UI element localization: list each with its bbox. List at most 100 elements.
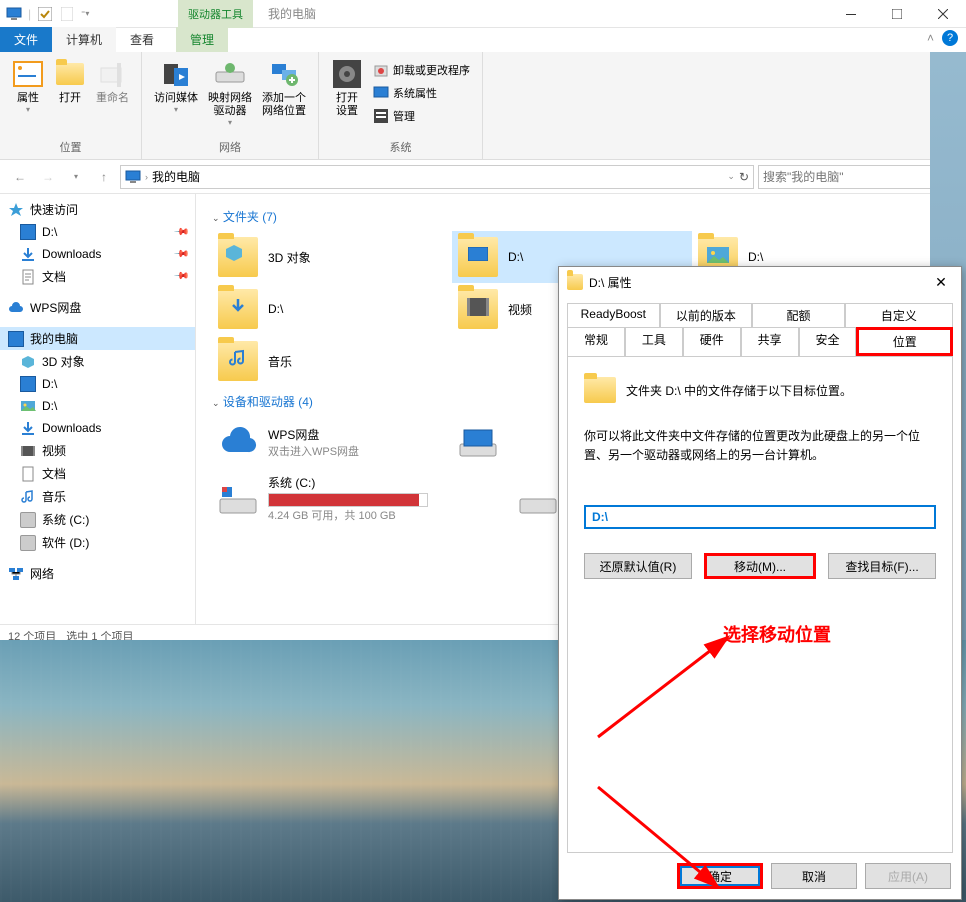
sidebar-item-docs2[interactable]: 文档	[0, 462, 195, 485]
sidebar-item-drive-c[interactable]: 系统 (C:)	[0, 508, 195, 531]
film-icon	[20, 443, 36, 459]
contextual-tools-label: 驱动器工具	[178, 0, 253, 28]
dialog-apply-button[interactable]: 应用(A)	[865, 863, 951, 889]
tab-manage[interactable]: 管理	[176, 27, 228, 52]
tab-computer[interactable]: 计算机	[52, 27, 116, 52]
ribbon-map-drive-label: 映射网络 驱动器	[208, 92, 252, 118]
sidebar-item-downloads[interactable]: Downloads 📌	[0, 243, 195, 265]
dialog-description: 你可以将此文件夹中文件存储的位置更改为此硬盘上的另一个位置、另一个驱动器或网络上…	[584, 427, 936, 465]
dialog-move-button[interactable]: 移动(M)...	[704, 553, 816, 579]
drive-sublabel: 4.24 GB 可用，共 100 GB	[268, 507, 428, 523]
sidebar-quick-access[interactable]: 快速访问	[0, 198, 195, 221]
tab-file[interactable]: 文件	[0, 27, 52, 52]
ribbon-group-network-label: 网络	[150, 137, 310, 155]
ribbon-uninstall[interactable]: 卸载或更改程序	[369, 60, 474, 80]
qat-dropdown-icon[interactable]: ⁼▾	[81, 9, 89, 18]
drive-item-wps[interactable]: WPS网盘 双击进入WPS网盘	[212, 416, 452, 468]
sidebar-item-label: 软件 (D:)	[42, 534, 89, 551]
dialog-tab-location[interactable]: 位置	[856, 327, 953, 356]
ribbon-properties[interactable]: 属性 ▾	[8, 56, 48, 116]
dialog-tab-sharing[interactable]: 共享	[741, 327, 799, 356]
drives-header-text: 设备和驱动器 (4)	[223, 395, 313, 409]
help-icon[interactable]: ?	[942, 30, 958, 46]
folder-label: 3D 对象	[268, 249, 311, 266]
sidebar-item-video[interactable]: 视频	[0, 439, 195, 462]
sidebar-network-label: 网络	[30, 565, 54, 582]
folder-item-music[interactable]: 音乐	[212, 335, 452, 387]
chevron-right-icon[interactable]: ›	[145, 172, 148, 182]
dialog-restore-button[interactable]: 还原默认值(R)	[584, 553, 692, 579]
ribbon-add-location[interactable]: 添加一个 网络位置	[258, 56, 310, 120]
sidebar-mypc[interactable]: 我的电脑	[0, 327, 195, 350]
star-icon	[8, 202, 24, 218]
ribbon: 属性 ▾ 打开 重命名 位置 访问媒体 ▾ 映射网络 驱动器	[0, 52, 966, 160]
dialog-tab-hardware[interactable]: 硬件	[683, 327, 741, 356]
minimize-button[interactable]	[828, 0, 874, 28]
sidebar-quick-access-label: 快速访问	[30, 201, 78, 218]
search-input[interactable]	[763, 170, 938, 184]
sidebar-network[interactable]: 网络	[0, 562, 195, 585]
folder-item-3d[interactable]: 3D 对象	[212, 231, 452, 283]
sidebar-item-downloads2[interactable]: Downloads	[0, 417, 195, 439]
sidebar-item-label: 3D 对象	[42, 353, 85, 370]
sidebar-item-music[interactable]: 音乐	[0, 485, 195, 508]
dialog-close-button[interactable]: ✕	[925, 271, 957, 293]
dialog-tab-readyboost[interactable]: ReadyBoost	[567, 303, 660, 327]
sidebar-item-documents[interactable]: 文档 📌	[0, 265, 195, 288]
nav-recent-button[interactable]: ▾	[64, 165, 88, 189]
monitor-icon	[20, 376, 36, 392]
sidebar-item-d-drive[interactable]: D:\ 📌	[0, 221, 195, 243]
drive-icon	[458, 426, 498, 458]
dialog-tab-custom[interactable]: 自定义	[845, 303, 953, 327]
dialog-path-input[interactable]	[584, 505, 936, 529]
dialog-tab-security[interactable]: 安全	[799, 327, 857, 356]
sidebar-item-d1[interactable]: D:\	[0, 373, 195, 395]
tab-view[interactable]: 查看	[116, 27, 168, 52]
dialog-tab-tools[interactable]: 工具	[625, 327, 683, 356]
ribbon-map-drive[interactable]: 映射网络 驱动器 ▾	[204, 56, 256, 129]
address-text: 我的电脑	[152, 168, 723, 185]
collapse-ribbon-icon[interactable]: ˄	[927, 31, 934, 45]
checkbox-icon[interactable]	[37, 6, 53, 22]
ribbon-open[interactable]: 打开	[50, 56, 90, 107]
drive-label: WPS网盘	[268, 426, 359, 443]
ribbon-open-settings[interactable]: 打开 设置	[327, 56, 367, 120]
nav-back-button[interactable]: ←	[8, 165, 32, 189]
address-bar[interactable]: › 我的电脑 ⌄ ↻	[120, 165, 754, 189]
blank-doc-icon[interactable]	[59, 6, 75, 22]
dialog-ok-button[interactable]: 确定	[677, 863, 763, 889]
ribbon-manage[interactable]: 管理	[369, 106, 474, 126]
sidebar-wps-label: WPS网盘	[30, 299, 81, 316]
ribbon-group-system: 打开 设置 卸载或更改程序 系统属性 管理 系统	[319, 52, 483, 159]
sidebar-item-3d[interactable]: 3D 对象	[0, 350, 195, 373]
folder-label: D:\	[268, 302, 283, 316]
ribbon-rename-label: 重命名	[96, 92, 129, 105]
ribbon-access-media[interactable]: 访问媒体 ▾	[150, 56, 202, 116]
drive-sublabel: 双击进入WPS网盘	[268, 443, 359, 459]
ribbon-sys-props[interactable]: 系统属性	[369, 83, 474, 103]
address-dropdown-icon[interactable]: ⌄	[727, 171, 735, 182]
ribbon-sys-props-label: 系统属性	[393, 85, 437, 101]
dialog-find-button[interactable]: 查找目标(F)...	[828, 553, 936, 579]
quick-access-toolbar: | ⁼▾	[0, 6, 95, 22]
nav-up-button[interactable]: ↑	[92, 165, 116, 189]
sidebar-item-drive-d[interactable]: 软件 (D:)	[0, 531, 195, 554]
sidebar-wps[interactable]: WPS网盘	[0, 296, 195, 319]
nav-forward-button[interactable]: →	[36, 165, 60, 189]
monitor-icon	[125, 169, 141, 185]
dialog-cancel-button[interactable]: 取消	[771, 863, 857, 889]
refresh-icon[interactable]: ↻	[739, 170, 749, 184]
ribbon-tabs: 文件 计算机 查看 管理 ˄ ?	[0, 28, 966, 52]
dialog-tab-general[interactable]: 常规	[567, 327, 625, 356]
dialog-tab-quota[interactable]: 配额	[752, 303, 845, 327]
search-bar[interactable]: 🔍	[758, 165, 958, 189]
drive-icon	[20, 535, 36, 551]
drive-item-c[interactable]: 系统 (C:) 4.24 GB 可用，共 100 GB	[212, 468, 512, 529]
dialog-body: 文件夹 D:\ 中的文件存储于以下目标位置。 你可以将此文件夹中文件存储的位置更…	[567, 356, 953, 853]
dialog-tab-previous[interactable]: 以前的版本	[660, 303, 753, 327]
maximize-button[interactable]	[874, 0, 920, 28]
folders-section-header[interactable]: ⌄ 文件夹 (7)	[212, 202, 950, 231]
sidebar-item-d2[interactable]: D:\	[0, 395, 195, 417]
folder-item-d3[interactable]: D:\	[212, 283, 452, 335]
close-button[interactable]	[920, 0, 966, 28]
